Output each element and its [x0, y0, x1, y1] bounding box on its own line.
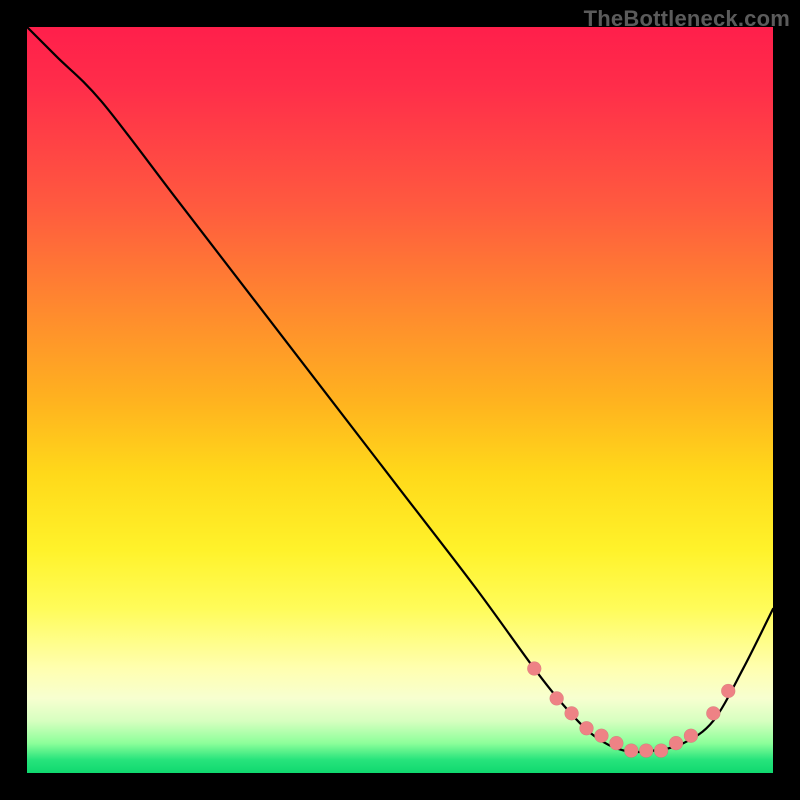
curve-marker [654, 744, 668, 758]
curve-marker [669, 736, 683, 750]
bottleneck-curve [27, 27, 773, 752]
curve-marker [565, 706, 579, 720]
curve-marker [721, 684, 735, 698]
curve-marker [527, 662, 541, 676]
curve-marker [624, 744, 638, 758]
curve-marker [639, 744, 653, 758]
chart-overlay [27, 27, 773, 773]
curve-marker [684, 729, 698, 743]
curve-marker [550, 691, 564, 705]
curve-marker [580, 721, 594, 735]
chart-frame: TheBottleneck.com [0, 0, 800, 800]
curve-marker [706, 706, 720, 720]
curve-marker [609, 736, 623, 750]
marker-group [527, 662, 735, 758]
plot-area [27, 27, 773, 773]
curve-marker [594, 729, 608, 743]
